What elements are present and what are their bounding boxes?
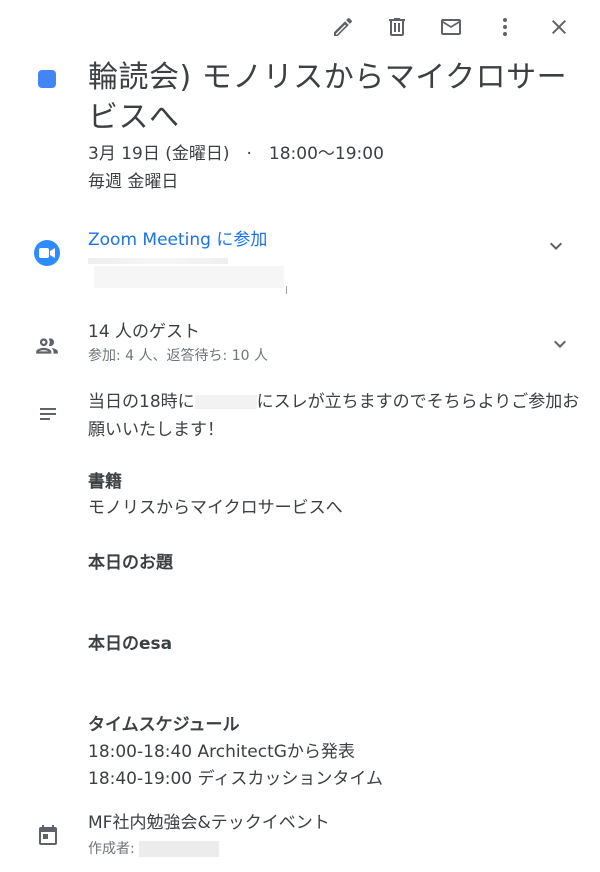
close-icon	[552, 20, 566, 34]
edit-button[interactable]	[316, 10, 370, 44]
calendar-icon	[36, 823, 60, 847]
join-zoom-link[interactable]: Zoom Meeting に参加	[88, 228, 267, 252]
event-description: 当日の18時に にスレが立ちますのでそちらよりご参加お願いいたします！	[88, 388, 588, 444]
zoom-icon	[34, 240, 60, 266]
meeting-id-redacted	[88, 258, 287, 294]
email-guests-button[interactable]	[424, 10, 478, 44]
creator-label: 作成者:	[88, 841, 135, 857]
redacted-channel	[194, 395, 257, 409]
email-icon	[441, 19, 461, 35]
event-color-swatch	[38, 70, 56, 88]
description-icon	[36, 402, 60, 426]
event-creator: 作成者:	[88, 839, 219, 859]
more-options-button[interactable]	[478, 10, 532, 44]
section-heading-book: 書籍	[88, 472, 122, 492]
redacted-creator	[138, 841, 219, 857]
section-heading-topic: 本日のお題	[88, 553, 173, 573]
description-text-start: 当日の18時に	[88, 392, 195, 412]
toolbar	[316, 10, 586, 44]
event-date-time: 3月 19日 (金曜日) · 18:00～19:00	[88, 144, 384, 164]
guest-count[interactable]: 14 人のゲスト	[88, 320, 200, 344]
delete-button[interactable]	[370, 10, 424, 44]
people-icon	[34, 333, 60, 359]
expand-guests-button[interactable]	[548, 332, 572, 356]
more-icon	[503, 18, 507, 36]
schedule-line: 18:00-18:40 ArchitectGから発表	[88, 742, 355, 762]
guest-rsvp-summary: 参加: 4 人、返答待ち: 10 人	[88, 348, 268, 364]
expand-conference-button[interactable]	[544, 234, 568, 258]
delete-icon	[389, 18, 405, 36]
event-recurrence: 毎週 金曜日	[88, 172, 179, 192]
chevron-down-icon	[554, 340, 566, 348]
edit-icon	[334, 17, 353, 36]
section-heading-schedule: タイムスケジュール	[88, 715, 240, 735]
section-line: モノリスからマイクロサービスへ	[88, 498, 343, 518]
close-button[interactable]	[532, 10, 586, 44]
schedule-line: 18:40-19:00 ディスカッションタイム	[88, 769, 383, 789]
calendar-name: MF社内勉強会&テックイベント	[88, 813, 330, 833]
chevron-down-icon	[550, 242, 562, 250]
event-title: 輪読会) モノリスからマイクロサービスへ	[88, 60, 568, 135]
section-heading-esa: 本日のesa	[88, 634, 173, 654]
